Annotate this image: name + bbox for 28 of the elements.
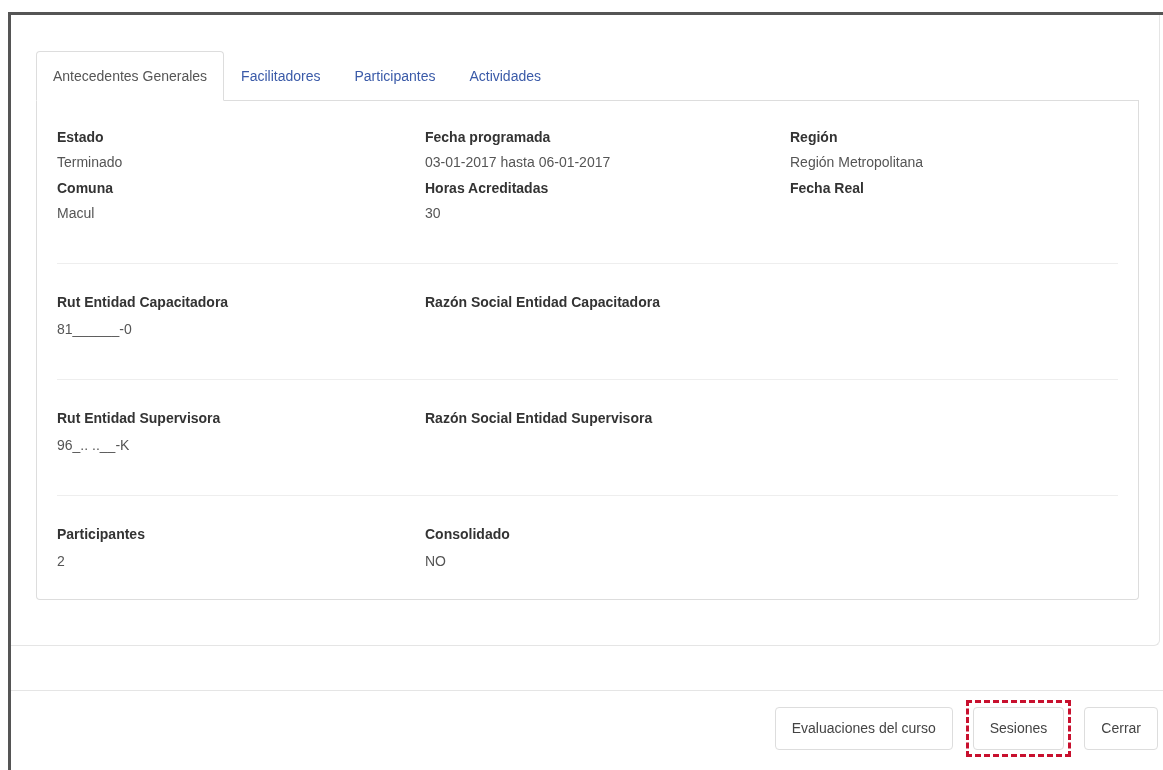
footer-button[interactable]: Sesiones — [972, 707, 1065, 750]
field-label: Fecha programada — [425, 128, 552, 147]
field-value: NO — [425, 552, 447, 571]
tab[interactable]: Facilitadores — [224, 51, 338, 101]
field-value: 03-01-2017 hasta 06-01-2017 — [425, 153, 612, 172]
field-label: Horas Acreditadas — [425, 179, 550, 198]
field-value: 2 — [57, 552, 66, 571]
field-label: Razón Social Entidad Capacitadora — [425, 293, 661, 312]
field-label: Razón Social Entidad Supervisora — [425, 409, 654, 428]
tab[interactable]: Participantes — [337, 51, 453, 101]
field-label: Rut Entidad Supervisora — [57, 409, 222, 428]
field-label: Estado — [57, 128, 105, 147]
field-value: 81______-0 — [57, 320, 133, 339]
field-value: Terminado — [57, 153, 124, 172]
tab[interactable]: Antecedentes Generales — [36, 51, 225, 101]
field-label: Rut Entidad Capacitadora — [57, 293, 230, 312]
field-value: 96_.. ..__-K — [57, 436, 131, 455]
field-value: Macul — [57, 204, 96, 223]
field-value: 30 — [425, 204, 442, 223]
tab[interactable]: Actividades — [452, 51, 558, 101]
footer-button[interactable]: Cerrar — [1084, 707, 1158, 750]
field-label: Comuna — [57, 179, 114, 198]
field-value: Región Metropolitana — [790, 153, 925, 172]
field-label: Fecha Real — [790, 179, 865, 198]
field-label: Región — [790, 128, 839, 147]
field-label: Consolidado — [425, 525, 511, 544]
footer-button[interactable]: Evaluaciones del curso — [774, 707, 953, 750]
field-label: Participantes — [57, 525, 146, 544]
